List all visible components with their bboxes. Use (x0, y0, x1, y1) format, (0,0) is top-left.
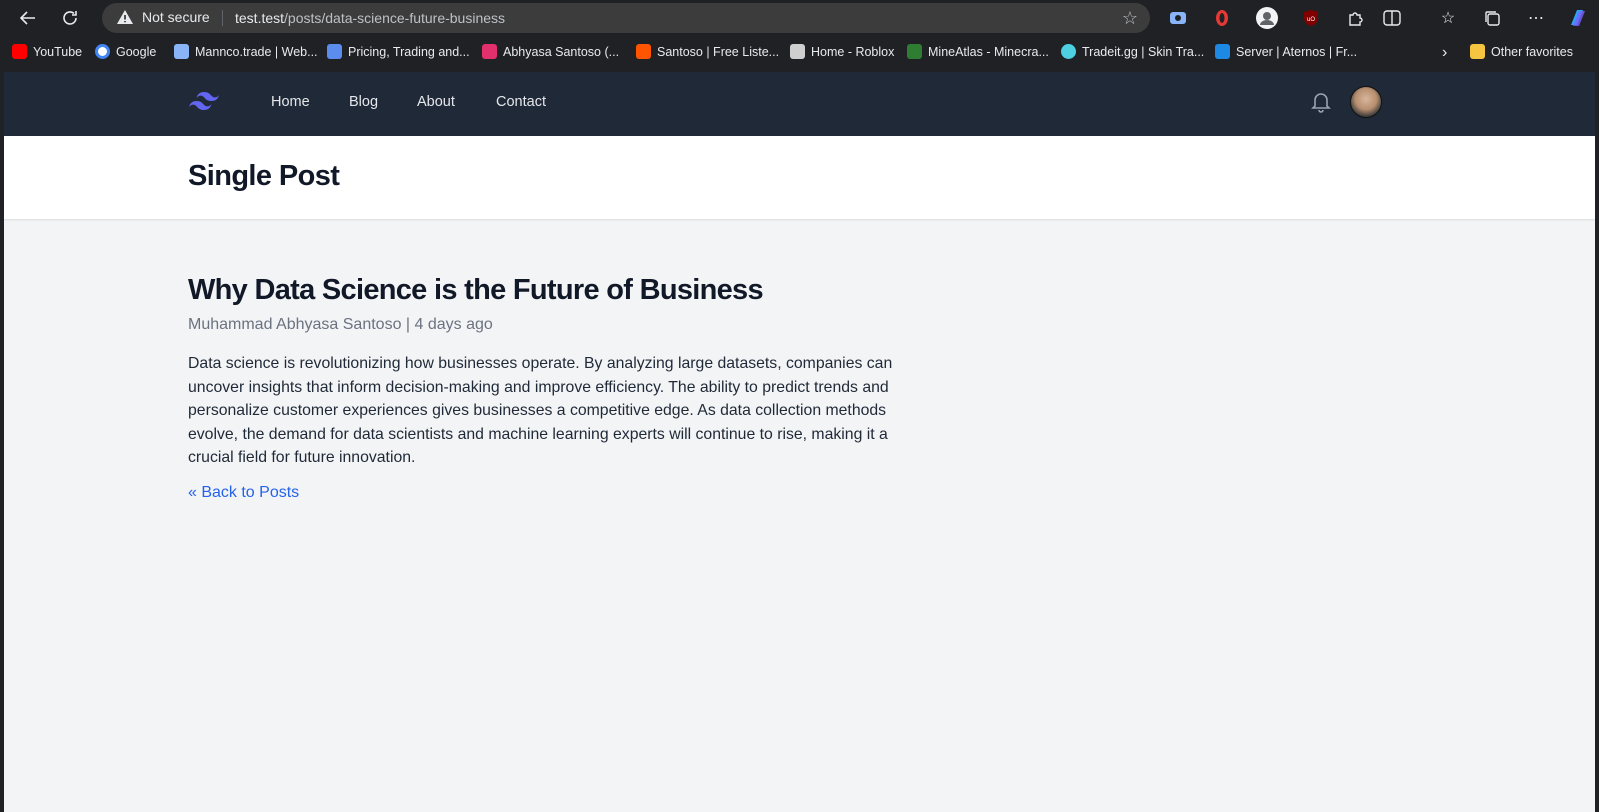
security-label: Not secure (142, 9, 210, 25)
google-icon (95, 44, 110, 59)
bookmark-label: Server | Aternos | Fr... (1236, 44, 1358, 59)
tradeit-icon (1061, 44, 1076, 59)
folder-icon (1470, 44, 1485, 59)
bookmark-label: Pricing, Trading and... (348, 44, 470, 59)
nav-contact[interactable]: Contact (496, 94, 546, 110)
split-screen-icon[interactable] (1380, 6, 1404, 30)
page-title: Single Post (188, 160, 340, 192)
favorites-icon[interactable]: ☆ (1436, 6, 1460, 30)
roblox-icon (790, 44, 805, 59)
address-bar[interactable]: Not secure test.test/posts/data-science-… (102, 3, 1150, 33)
security-indicator[interactable]: Not secure (116, 9, 210, 25)
copilot-icon[interactable] (1566, 6, 1590, 30)
mannco-icon (174, 44, 189, 59)
soundcloud-icon (636, 44, 651, 59)
back-to-posts-link[interactable]: « Back to Posts (188, 484, 299, 502)
post-meta: Muhammad Abhyasa Santoso | 4 days ago (188, 314, 928, 336)
refresh-icon[interactable] (58, 6, 82, 30)
nav-about[interactable]: About (417, 94, 455, 110)
bookmark-roblox[interactable]: Home - Roblox (790, 44, 894, 59)
bookmark-soundcloud[interactable]: Santoso | Free Liste... (636, 44, 779, 59)
address-divider (222, 10, 223, 26)
bookmark-label: Google (116, 44, 157, 59)
bookmark-mannco[interactable]: Mannco.trade | Web... (174, 44, 318, 59)
bookmarks-bar: YouTube Google Mannco.trade | Web... Pri… (0, 36, 1599, 70)
url-host: test.test (235, 10, 285, 26)
bookmark-mineatlas[interactable]: MineAtlas - Minecra... (907, 44, 1049, 59)
profile-extension-icon[interactable] (1255, 6, 1279, 30)
bookmark-pricing[interactable]: Pricing, Trading and... (327, 44, 470, 59)
bookmark-google[interactable]: Google (95, 44, 156, 59)
bookmark-label: Home - Roblox (811, 44, 895, 59)
page-header: Single Post (4, 136, 1595, 219)
screen-capture-icon[interactable] (1166, 6, 1190, 30)
avatar[interactable] (1350, 86, 1382, 118)
post-body: Data science is revolutionizing how busi… (188, 355, 893, 466)
web-page: Home Blog About Contact Single Post Why … (4, 72, 1595, 812)
bookmark-label: MineAtlas - Minecra... (928, 44, 1049, 59)
meta-separator: | (405, 316, 411, 333)
url-path: /posts/data-science-future-business (284, 10, 506, 26)
ublock-icon[interactable]: uO (1299, 6, 1323, 30)
bookmark-label: Abhyasa Santoso (... (503, 44, 620, 59)
svg-text:uO: uO (1307, 17, 1315, 23)
tailwind-logo-icon[interactable] (188, 90, 220, 117)
site-navbar: Home Blog About Contact (4, 72, 1595, 136)
mineatlas-icon (907, 44, 922, 59)
aternos-icon (1215, 44, 1230, 59)
tf-icon (327, 44, 342, 59)
warning-icon (117, 10, 133, 24)
bookmarks-overflow-icon[interactable]: › (1442, 44, 1447, 62)
back-arrow-icon[interactable] (16, 6, 40, 30)
browser-toolbar: Not secure test.test/posts/data-science-… (0, 0, 1599, 36)
opera-extension-icon[interactable] (1210, 6, 1234, 30)
bookmark-label: Mannco.trade | Web... (195, 44, 318, 59)
bookmark-label: Other favorites (1491, 44, 1573, 59)
instagram-icon (482, 44, 497, 59)
nav-blog[interactable]: Blog (349, 94, 378, 110)
collections-icon[interactable] (1480, 6, 1504, 30)
bookmark-label: Santoso | Free Liste... (657, 44, 780, 59)
youtube-icon (12, 44, 27, 59)
bookmark-label: YouTube (33, 44, 83, 59)
bookmark-instagram[interactable]: Abhyasa Santoso (... (482, 44, 619, 59)
star-icon[interactable]: ☆ (1122, 8, 1138, 29)
bell-icon[interactable] (1310, 90, 1332, 119)
bookmark-tradeit[interactable]: Tradeit.gg | Skin Tra... (1061, 44, 1204, 59)
url-text[interactable]: test.test/posts/data-science-future-busi… (235, 10, 505, 26)
post-article: Why Data Science is the Future of Busine… (188, 270, 928, 502)
nav-home[interactable]: Home (271, 94, 310, 110)
post-date: 4 days ago (414, 316, 493, 333)
bookmark-other-favorites[interactable]: Other favorites (1470, 44, 1573, 59)
bookmark-youtube[interactable]: YouTube (12, 44, 82, 59)
more-options-icon[interactable]: ⋯ (1524, 6, 1548, 30)
post-title: Why Data Science is the Future of Busine… (188, 274, 764, 306)
bookmark-aternos[interactable]: Server | Aternos | Fr... (1215, 44, 1357, 59)
bookmark-label: Tradeit.gg | Skin Tra... (1082, 44, 1205, 59)
post-author[interactable]: Muhammad Abhyasa Santoso (188, 316, 401, 333)
extensions-icon[interactable] (1343, 6, 1367, 30)
